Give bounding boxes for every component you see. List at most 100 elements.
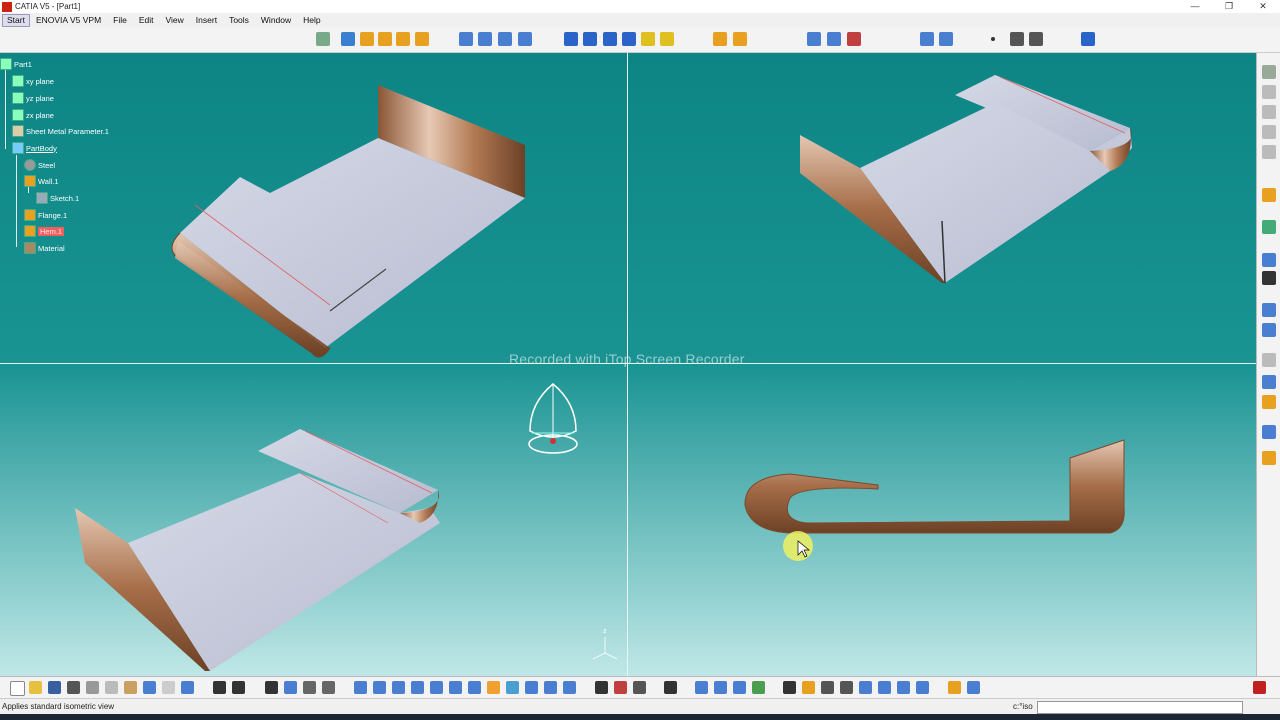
swap-visible-space-icon[interactable] [544, 681, 557, 694]
cutout-icon[interactable] [564, 32, 578, 46]
tree-node-part1[interactable]: Part1 [0, 58, 32, 70]
menu-help[interactable]: Help [297, 13, 326, 27]
plane-icon[interactable] [939, 32, 953, 46]
tree-node-sketch1[interactable]: Sketch.1 [36, 192, 79, 204]
wall-on-edge-icon[interactable] [378, 32, 392, 46]
fit-all-icon[interactable] [373, 681, 386, 694]
hide-show-icon[interactable] [525, 681, 538, 694]
parameters-icon[interactable] [322, 681, 335, 694]
measure-icon[interactable] [713, 32, 727, 46]
catalog-browser-icon[interactable] [948, 681, 961, 694]
menu-enovia[interactable]: ENOVIA V5 VPM [30, 13, 107, 27]
tool-icon-14[interactable] [1262, 395, 1276, 409]
constraint-icon[interactable] [878, 681, 891, 694]
3d-viewport[interactable]: z Part1 xy plane yz plane zx plane Sheet… [0, 53, 1256, 676]
compass-icon[interactable] [528, 383, 578, 454]
menu-file[interactable]: File [107, 13, 133, 27]
stamping-icon[interactable] [660, 32, 674, 46]
save-view-icon[interactable] [1262, 253, 1276, 267]
tree-node-steel[interactable]: Steel [24, 159, 55, 171]
analysis-icon[interactable] [733, 32, 747, 46]
toolbar-icon-3[interactable] [1262, 105, 1276, 119]
measure-item-icon[interactable] [614, 681, 627, 694]
swept-walls-icon[interactable] [415, 32, 429, 46]
sketch-tool-icon[interactable] [1262, 220, 1276, 234]
fly-mode-icon[interactable] [354, 681, 367, 694]
table-icon[interactable] [1262, 303, 1276, 317]
line-icon[interactable] [1010, 32, 1024, 46]
table-icon[interactable] [265, 681, 278, 694]
apply-material-icon[interactable] [695, 681, 708, 694]
tree-node-xy-plane[interactable]: xy plane [12, 75, 54, 87]
print-icon[interactable] [67, 681, 80, 694]
network-icon[interactable] [284, 681, 297, 694]
ruler-icon[interactable] [821, 681, 834, 694]
menu-edit[interactable]: Edit [133, 13, 160, 27]
hole-icon[interactable] [583, 32, 597, 46]
corner-relief-icon[interactable] [603, 32, 617, 46]
camera-icon[interactable] [664, 681, 677, 694]
tree-node-flange1[interactable]: Flange.1 [24, 209, 67, 221]
wizard-icon[interactable] [967, 681, 980, 694]
corner-icon[interactable] [622, 32, 636, 46]
gear-icon[interactable] [1262, 425, 1276, 439]
wall-icon[interactable] [360, 32, 374, 46]
tree-node-zx-plane[interactable]: zx plane [12, 109, 54, 121]
inertia-icon[interactable] [633, 681, 646, 694]
toolbar-icon-12[interactable] [1262, 353, 1276, 367]
menu-window[interactable]: Window [255, 13, 297, 27]
render-icon[interactable] [714, 681, 727, 694]
sheet-metal-parameters-icon[interactable] [341, 32, 355, 46]
normal-view-icon[interactable] [468, 681, 481, 694]
iso-view-icon[interactable] [487, 681, 500, 694]
list-icon[interactable] [897, 681, 910, 694]
plane-creation-icon[interactable] [1029, 32, 1043, 46]
menu-view[interactable]: View [160, 13, 190, 27]
eraser-icon[interactable] [916, 681, 929, 694]
tree-node-wall1[interactable]: Wall.1 [24, 175, 59, 187]
multi-view-icon[interactable] [563, 681, 576, 694]
open-folder-icon[interactable] [29, 681, 42, 694]
scan-icon[interactable] [303, 681, 316, 694]
select-tool-icon[interactable] [1262, 65, 1276, 79]
undo-icon[interactable] [143, 681, 156, 694]
point-icon[interactable] [991, 37, 995, 41]
close-button[interactable]: ✕ [1246, 0, 1280, 13]
unfolding-icon[interactable] [498, 32, 512, 46]
pan-icon[interactable] [392, 681, 405, 694]
tree-node-hem1[interactable]: Hem.1 [24, 225, 65, 237]
catalog-icon[interactable] [1262, 271, 1276, 285]
rotate-icon[interactable] [411, 681, 424, 694]
minimize-button[interactable]: — [1178, 0, 1212, 13]
translate-icon[interactable] [847, 32, 861, 46]
toolbar-icon-5[interactable] [1262, 145, 1276, 159]
sketcher-icon[interactable] [1081, 32, 1095, 46]
tree-node-sheet-metal-parameter[interactable]: Sheet Metal Parameter.1 [12, 125, 109, 137]
tree-node-material[interactable]: Material [24, 242, 65, 254]
save-icon[interactable] [48, 681, 61, 694]
knowledge-advisor-icon[interactable] [232, 681, 245, 694]
chamfer-icon[interactable] [641, 32, 655, 46]
redo-icon[interactable] [162, 681, 175, 694]
tree-node-yz-plane[interactable]: yz plane [12, 92, 54, 104]
update-icon[interactable] [783, 681, 796, 694]
menu-insert[interactable]: Insert [190, 13, 223, 27]
menu-tools[interactable]: Tools [223, 13, 255, 27]
axis-icon[interactable] [920, 32, 934, 46]
measure-between-icon[interactable] [595, 681, 608, 694]
paste-icon[interactable] [124, 681, 137, 694]
frame-icon[interactable] [1262, 323, 1276, 337]
copy-icon[interactable] [105, 681, 118, 694]
command-input[interactable] [1037, 701, 1243, 714]
knowledge-icon[interactable] [1262, 451, 1276, 465]
light-icon[interactable] [752, 681, 765, 694]
whats-this-icon[interactable] [181, 681, 194, 694]
scene-icon[interactable] [733, 681, 746, 694]
select-icon[interactable] [316, 32, 330, 46]
scale-icon[interactable] [840, 681, 853, 694]
menu-start[interactable]: Start [2, 13, 30, 27]
pattern-icon[interactable] [827, 32, 841, 46]
folding-icon[interactable] [518, 32, 532, 46]
conical-bend-icon[interactable] [478, 32, 492, 46]
snap-icon[interactable] [1262, 188, 1276, 202]
